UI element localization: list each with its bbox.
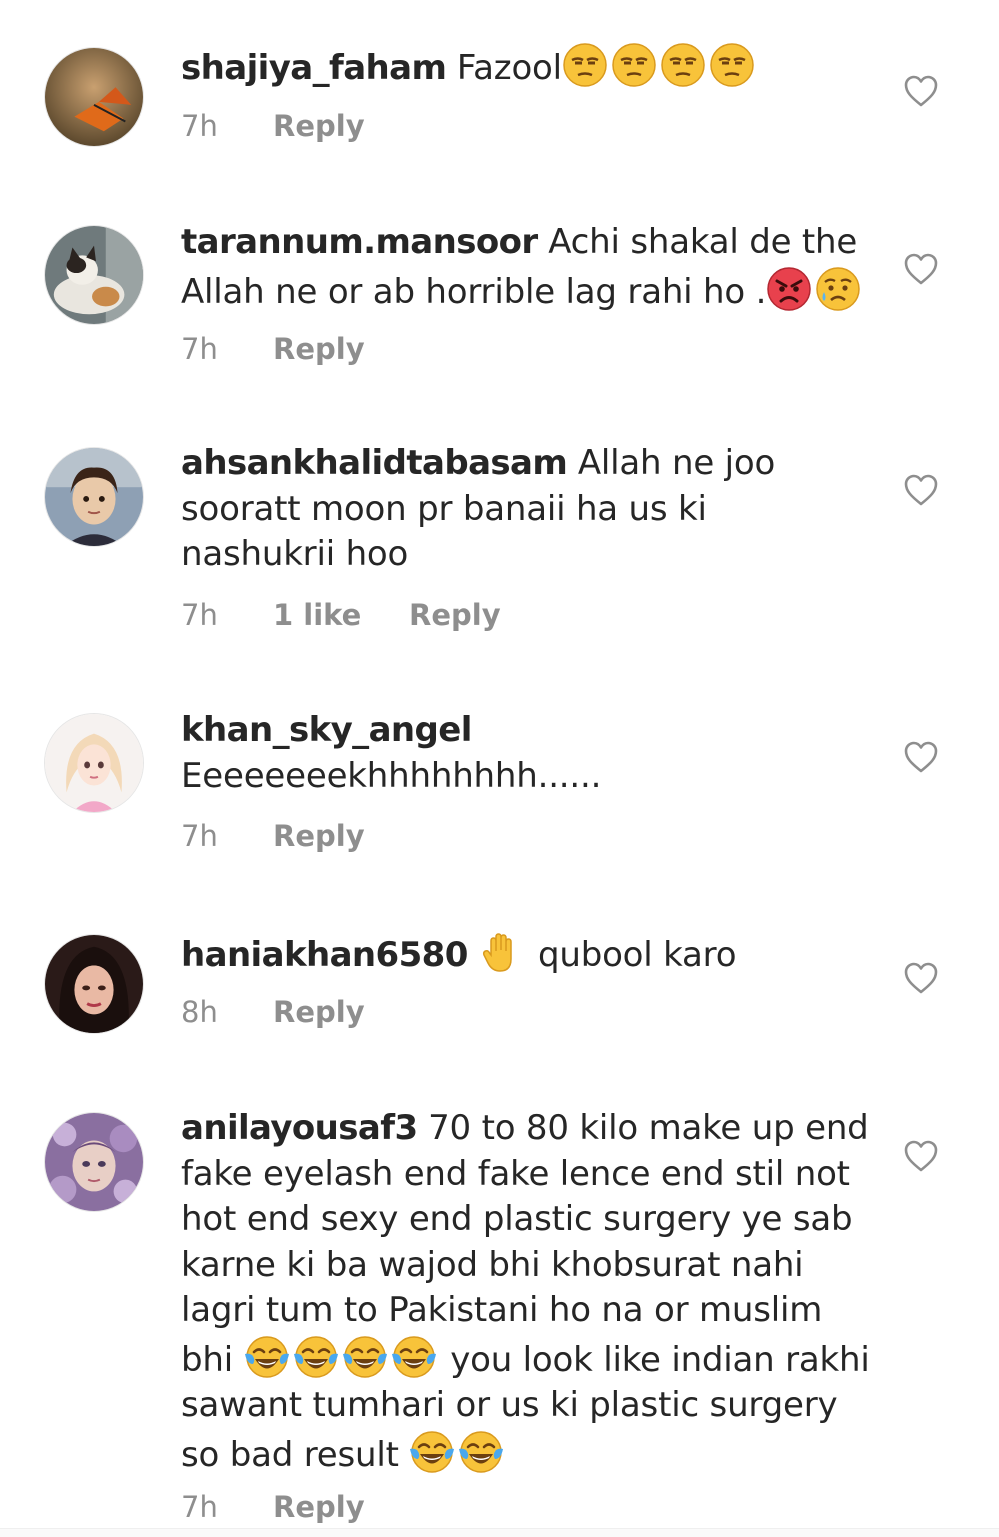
comment-time: 8h (181, 995, 218, 1029)
comment-meta: 7h Reply (181, 816, 365, 856)
angry-face-icon (766, 266, 812, 312)
comment-username[interactable]: ahsankhalidtabasam (181, 443, 568, 483)
heart-outline-icon (904, 962, 938, 994)
like-button[interactable] (903, 1139, 939, 1173)
unamused-face-icon (709, 42, 755, 88)
avatar[interactable] (44, 713, 144, 813)
avatar[interactable] (44, 934, 144, 1034)
like-button[interactable] (903, 74, 939, 108)
like-button[interactable] (903, 252, 939, 286)
heart-outline-icon (904, 253, 938, 285)
tears-of-joy-face-icon (458, 1429, 504, 1475)
comment-time: 7h (181, 109, 218, 143)
heart-outline-icon (904, 474, 938, 506)
sad-sweat-face-icon (815, 266, 861, 312)
comment-username[interactable]: khan_sky_angel (181, 710, 472, 750)
tears-of-joy-face-icon (342, 1334, 388, 1380)
reply-button[interactable]: Reply (273, 329, 365, 369)
reply-button[interactable]: Reply (273, 106, 365, 146)
reply-button[interactable]: Reply (273, 992, 365, 1032)
comment-username[interactable]: tarannum.mansoor (181, 222, 538, 262)
like-button[interactable] (903, 473, 939, 507)
like-button[interactable] (903, 961, 939, 995)
unamused-face-icon (562, 42, 608, 88)
comment-username[interactable]: haniakhan6580 (181, 935, 468, 975)
comment-meta: 7h Reply (181, 106, 365, 146)
comment-meta: 8h Reply (181, 992, 365, 1032)
tears-of-joy-face-icon (391, 1334, 437, 1380)
comment-text: qubool karo (537, 935, 737, 975)
avatar[interactable] (44, 47, 144, 147)
tears-of-joy-face-icon (293, 1334, 339, 1380)
heart-outline-icon (904, 741, 938, 773)
tears-of-joy-face-icon (244, 1334, 290, 1380)
unamused-face-icon (660, 42, 706, 88)
comment-meta: 7h 1 like Reply (181, 595, 501, 635)
comment-meta: 7h Reply (181, 329, 365, 369)
avatar[interactable] (44, 1112, 144, 1212)
raised-hand-icon (478, 929, 524, 975)
like-button[interactable] (903, 740, 939, 774)
comment-time: 7h (181, 1490, 218, 1524)
avatar[interactable] (44, 225, 144, 325)
tears-of-joy-face-icon (409, 1429, 455, 1475)
comment-text: Eeeeeeeekhhhhhhhh...... (181, 755, 602, 796)
heart-outline-icon (904, 1140, 938, 1172)
avatar[interactable] (44, 447, 144, 547)
likes-count-link[interactable]: 1 like (273, 595, 409, 635)
comment-text: Fazool (456, 48, 562, 88)
comment-username[interactable]: anilayousaf3 (181, 1108, 418, 1148)
reply-button[interactable]: Reply (273, 816, 365, 856)
heart-outline-icon (904, 75, 938, 107)
reply-button[interactable]: Reply (409, 595, 501, 635)
comment-username[interactable]: shajiya_faham (181, 48, 447, 88)
comment-time: 7h (181, 819, 218, 853)
comment-time: 7h (181, 598, 218, 632)
comment-time: 7h (181, 332, 218, 366)
reply-button[interactable]: Reply (273, 1487, 365, 1527)
comment-meta: 7h Reply (181, 1487, 365, 1527)
unamused-face-icon (611, 42, 657, 88)
